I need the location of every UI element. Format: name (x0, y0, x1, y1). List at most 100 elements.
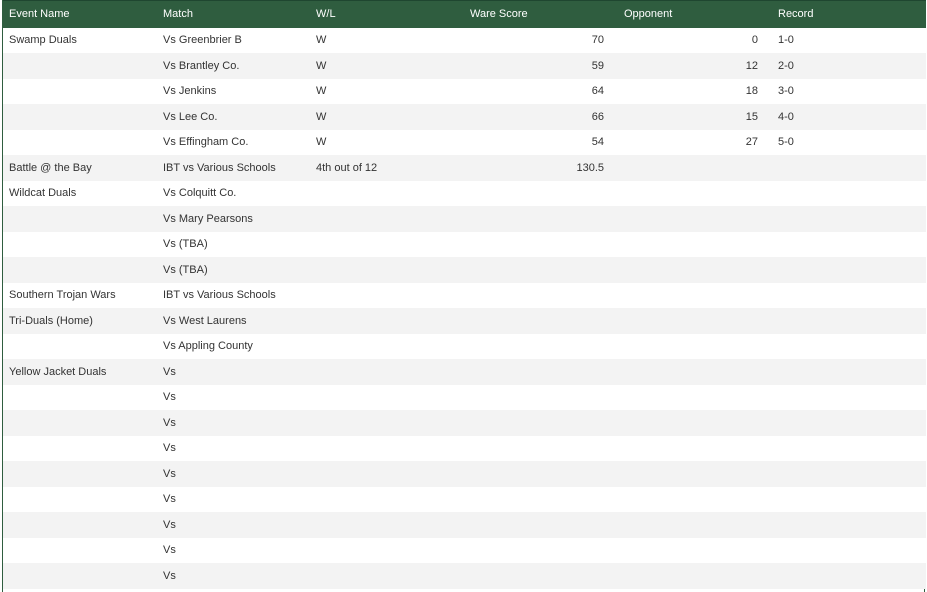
ware-score-cell (464, 461, 618, 487)
record-cell (772, 232, 926, 258)
opponent-cell: 12 (745, 59, 758, 72)
match-cell: Vs Appling County (163, 340, 253, 353)
event-name-cell (3, 563, 157, 589)
ware-score-cell (464, 410, 618, 436)
table-row: Swamp Duals Vs Greenbrier B W 70 0 1-0 (3, 27, 926, 53)
opponent-cell: 15 (745, 110, 758, 123)
event-name-cell (3, 257, 157, 283)
table-row: Yellow Jacket Duals Vs (3, 359, 926, 385)
opponent-cell (618, 155, 772, 181)
wl-cell: W (316, 34, 327, 47)
wl-cell: W (316, 85, 327, 98)
wl-cell (310, 487, 464, 513)
schedule-table: Event Name Match W/L Ware Score Opponent… (3, 0, 926, 589)
match-cell: Vs Colquitt Co. (163, 187, 237, 200)
wl-cell (310, 538, 464, 564)
table-row: Vs Appling County (3, 333, 926, 360)
table-row: Vs Effingham Co. W 54 27 5-0 (3, 129, 926, 156)
opponent-cell (618, 487, 772, 513)
event-name-cell (3, 206, 157, 232)
event-name-cell (3, 53, 157, 79)
match-cell: Vs West Laurens (163, 314, 247, 327)
wl-cell (310, 461, 464, 487)
table-row: Vs (3, 410, 926, 436)
table-row: Vs (3, 461, 926, 487)
wl-cell (310, 232, 464, 258)
event-name-cell (3, 512, 157, 538)
event-name-cell (3, 130, 157, 156)
event-name-cell: Southern Trojan Wars (9, 289, 116, 302)
table-row: Vs (3, 384, 926, 411)
opponent-cell (618, 359, 772, 385)
wl-cell (310, 206, 464, 232)
record-cell (772, 181, 926, 207)
record-cell (772, 308, 926, 334)
column-header-event-name[interactable]: Event Name (3, 0, 157, 28)
event-name-cell: Tri-Duals (Home) (9, 314, 93, 327)
table-body: Swamp Duals Vs Greenbrier B W 70 0 1-0 Vs Bran… (3, 27, 926, 589)
table-row: Battle @ the Bay IBT vs Various Schools 4t… (3, 155, 926, 181)
event-name-cell (3, 385, 157, 411)
column-header-opponent[interactable]: Opponent (618, 0, 772, 28)
opponent-cell: 18 (745, 85, 758, 98)
ware-score-cell (464, 257, 618, 283)
record-cell (772, 206, 926, 232)
wl-cell: W (316, 59, 327, 72)
event-name-cell (3, 461, 157, 487)
opponent-cell: 27 (745, 136, 758, 149)
record-cell (772, 487, 926, 513)
match-cell: Vs (TBA) (163, 238, 208, 251)
match-cell: Vs Greenbrier B (163, 34, 242, 47)
ware-score-cell (464, 308, 618, 334)
wl-cell: W (316, 110, 327, 123)
table-row: Vs (TBA) (3, 257, 926, 283)
wl-cell (310, 410, 464, 436)
match-cell: IBT vs Various Schools (163, 161, 276, 174)
wl-cell (310, 436, 464, 462)
match-cell: Vs (163, 493, 176, 506)
opponent-cell (618, 257, 772, 283)
ware-score-cell: 66 (591, 110, 604, 123)
column-header-record[interactable]: Record (772, 0, 926, 28)
ware-score-cell (464, 385, 618, 411)
record-cell (772, 385, 926, 411)
event-name-cell (3, 79, 157, 105)
header-row: Event Name Match W/L Ware Score Opponent… (3, 0, 926, 28)
wl-cell (310, 359, 464, 385)
ware-score-cell (464, 538, 618, 564)
wl-cell (310, 283, 464, 309)
table-row: Southern Trojan Wars IBT vs Various Schoo… (3, 282, 926, 309)
table-row: Vs Mary Pearsons (3, 206, 926, 232)
match-cell: IBT vs Various Schools (163, 289, 276, 302)
column-header-wl[interactable]: W/L (310, 0, 464, 28)
opponent-cell (618, 436, 772, 462)
ware-score-cell (464, 512, 618, 538)
opponent-cell (618, 538, 772, 564)
record-cell: 1-0 (778, 34, 794, 47)
column-header-match[interactable]: Match (157, 0, 310, 28)
event-name-cell: Wildcat Duals (9, 187, 77, 200)
match-cell: Vs (163, 518, 176, 531)
table-row: Vs (3, 435, 926, 462)
table-row: Vs Brantley Co. W 59 12 2-0 (3, 53, 926, 79)
event-name-cell: Swamp Duals (9, 34, 77, 47)
match-cell: Vs (163, 467, 176, 480)
match-cell: Vs (163, 569, 176, 582)
match-cell: Vs Lee Co. (163, 110, 218, 123)
ware-score-cell: 64 (591, 85, 604, 98)
record-cell (772, 283, 926, 309)
ware-score-cell (464, 487, 618, 513)
opponent-cell (618, 563, 772, 589)
opponent-cell (618, 410, 772, 436)
table-header: Event Name Match W/L Ware Score Opponent… (3, 0, 926, 28)
table-row: Vs (TBA) (3, 231, 926, 258)
match-cell: Vs Effingham Co. (163, 136, 249, 149)
schedule-table-container: Event Name Match W/L Ware Score Opponent… (2, 0, 926, 592)
record-cell (772, 538, 926, 564)
table-row: Wildcat Duals Vs Colquitt Co. (3, 180, 926, 207)
table-row: Vs Jenkins W 64 18 3-0 (3, 78, 926, 105)
record-cell: 5-0 (778, 136, 794, 149)
table-row: Vs (3, 563, 926, 589)
column-header-ware-score[interactable]: Ware Score (464, 0, 618, 28)
wl-cell (310, 334, 464, 360)
